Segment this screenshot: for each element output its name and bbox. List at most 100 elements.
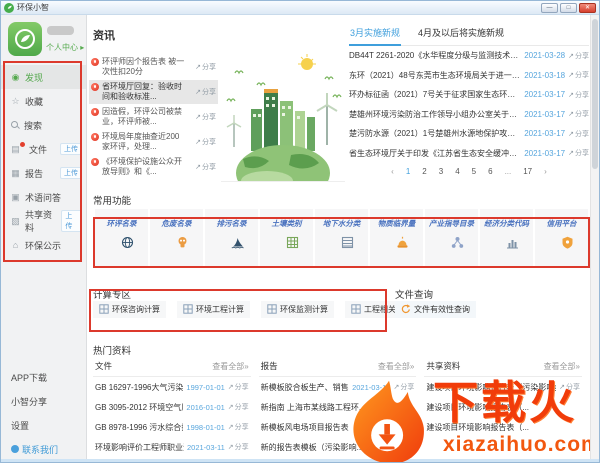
- share-link[interactable]: ↗分享: [195, 112, 216, 122]
- hot-file-row[interactable]: GB 3095-2012 环境空气质... 2016-01-01 ↗分享: [93, 397, 251, 417]
- function-tile-critical-quantity[interactable]: 物质临界量: [370, 209, 423, 267]
- share-link[interactable]: ↗分享: [228, 422, 249, 432]
- regulation-row[interactable]: 环办标征函（2021）7号关于征求国家生态环境标准《... 2021-03-17…: [349, 85, 589, 105]
- view-all-link[interactable]: 查看全部»: [378, 361, 414, 372]
- sidebar-item-favorites[interactable]: ☆ 收藏: [1, 89, 86, 113]
- hot-report-row[interactable]: 新模板风电场项目报告表（...: [259, 417, 417, 437]
- view-all-link[interactable]: 查看全部»: [212, 361, 248, 372]
- hot-file-row[interactable]: GB 8978-1996 污水综合排... 1998-01-01 ↗分享: [93, 417, 251, 437]
- sidebar-item-files[interactable]: ▤ 文件 上传: [1, 137, 86, 161]
- share-link[interactable]: ↗分享: [195, 87, 216, 97]
- function-tile-credit-platform[interactable]: 信用平台: [535, 209, 588, 267]
- sidebar-item-label: 发现: [25, 72, 44, 83]
- news-item[interactable]: 因造假，环评公司被禁业，环评师被... ↗分享: [89, 105, 218, 129]
- hot-shared-row[interactable]: 建设项目环境影响报告表（污染影响类）... ↗分享: [424, 377, 582, 397]
- share-link[interactable]: ↗分享: [195, 62, 216, 72]
- share-link[interactable]: ↗分享: [568, 109, 589, 119]
- calc-env-consult-button[interactable]: 环保咨询计算: [93, 301, 166, 318]
- close-button[interactable]: ✕: [579, 2, 596, 13]
- tab-march-rules[interactable]: 3月实施新规: [349, 23, 402, 46]
- share-icon: ↗: [195, 164, 201, 171]
- sidebar-item-env-publicity[interactable]: ⌂ 环保公示: [1, 233, 86, 257]
- share-link[interactable]: ↗分享: [195, 137, 216, 147]
- regulation-row[interactable]: 楚污防水源（2021）1号楚雄州水源地保护攻坚战专项... 2021-03-17…: [349, 124, 589, 144]
- share-app-link[interactable]: 小智分享: [11, 389, 86, 413]
- scrollbar-thumb[interactable]: [592, 19, 598, 169]
- qa-box-icon: ▣: [11, 191, 20, 202]
- view-all-link[interactable]: 查看全部»: [544, 361, 580, 372]
- function-tile-groundwater-class[interactable]: 地下水分类: [315, 209, 368, 267]
- page-number[interactable]: 2: [422, 167, 426, 176]
- sidebar-item-reports[interactable]: ▦ 报告 上传: [1, 161, 86, 185]
- function-tile-soil-category[interactable]: 土壤类别: [260, 209, 313, 267]
- hot-shared-row[interactable]: 建设项目环境影响报告表（...: [424, 417, 582, 437]
- upload-button[interactable]: 上传: [60, 167, 82, 179]
- share-link[interactable]: ↗分享: [568, 148, 589, 158]
- hot-column-header: 共享资料: [426, 361, 461, 371]
- hot-shared-row[interactable]: 建设项目环境影响报告表（...: [424, 397, 582, 417]
- hot-section-title: 热门资料: [93, 346, 132, 357]
- sidebar-item-discover[interactable]: ◉ 发现: [1, 65, 86, 89]
- tab-april-rules[interactable]: 4月及以后将实施新规: [417, 23, 505, 45]
- star-icon: ☆: [11, 95, 20, 106]
- personal-center-link[interactable]: 个人中心 ▸: [46, 42, 84, 53]
- share-link[interactable]: ↗分享: [559, 382, 580, 392]
- sidebar-item-search[interactable]: 搜索: [1, 113, 86, 137]
- avatar[interactable]: [8, 22, 42, 56]
- app-download-link[interactable]: APP下载: [11, 365, 86, 389]
- file-validity-query-button[interactable]: 文件有效性查询: [395, 301, 476, 318]
- hot-report-row[interactable]: 新的报告表模板（污染影响...: [259, 437, 417, 457]
- regulation-row[interactable]: 东环（2021）48号东莞市生态环境局关于进一步细化工... 2021-03-1…: [349, 66, 589, 86]
- page-number[interactable]: 17: [523, 167, 532, 176]
- page-number[interactable]: 6: [488, 167, 492, 176]
- function-tile-hazwaste-list[interactable]: 危废名录: [150, 209, 203, 267]
- page-number[interactable]: 1: [406, 167, 410, 176]
- hot-file-row[interactable]: GB 3838-2002 地表水环境... 2002-06-01 ↗分享: [93, 457, 251, 462]
- contact-us-link[interactable]: 联系我们: [11, 437, 86, 461]
- settings-link[interactable]: 设置: [11, 413, 86, 437]
- share-icon: ↗: [195, 89, 201, 96]
- upload-button[interactable]: 上传: [61, 210, 82, 232]
- news-item[interactable]: 环境局年度抽查近200家环评，处理... ↗分享: [89, 130, 218, 154]
- share-link[interactable]: ↗分享: [568, 70, 589, 80]
- page-number[interactable]: 4: [455, 167, 459, 176]
- maximize-button[interactable]: □: [560, 2, 577, 13]
- page-number[interactable]: 5: [472, 167, 476, 176]
- upload-button[interactable]: 上传: [60, 143, 82, 155]
- regulation-row[interactable]: 楚雄州环境污染防治工作领导小组办公室关于印发生态... 2021-03-17 ↗…: [349, 105, 589, 125]
- function-tile-industry-catalog[interactable]: 产业指导目录: [425, 209, 478, 267]
- hot-report-row[interactable]: 新模板胶合板生产、销售项... 2021-03-12 ↗分享: [259, 377, 417, 397]
- share-link[interactable]: ↗分享: [568, 51, 589, 61]
- function-tile-pollution-list[interactable]: 排污名录: [205, 209, 258, 267]
- page-prev[interactable]: ‹: [391, 167, 394, 176]
- share-link[interactable]: ↗分享: [568, 90, 589, 100]
- functions-section-title: 常用功能: [93, 196, 132, 207]
- fin-icon: [231, 236, 244, 254]
- sidebar-item-label: 共享资料: [25, 210, 53, 233]
- share-link[interactable]: ↗分享: [568, 129, 589, 139]
- share-link[interactable]: ↗分享: [195, 162, 216, 172]
- page-next[interactable]: ›: [544, 167, 547, 176]
- minimize-button[interactable]: —: [541, 2, 558, 13]
- function-tile-eia-list[interactable]: 环评名录: [95, 209, 148, 267]
- hot-report-row[interactable]: 突发环境事件典型案例选编...: [259, 457, 417, 462]
- share-link[interactable]: ↗分享: [228, 442, 249, 452]
- sidebar-item-shared-materials[interactable]: ▧ 共享资料 上传: [1, 209, 86, 233]
- calc-env-monitoring-button[interactable]: 环保监测计算: [261, 301, 334, 318]
- news-item[interactable]: 《环境保护设施公众开放导则》和《... ↗分享: [89, 155, 218, 179]
- share-link[interactable]: ↗分享: [393, 382, 414, 392]
- regulation-row[interactable]: DB44T 2261-2020《水华程度分级与监测技术规程》 2021-03-2…: [349, 46, 589, 66]
- hot-file-row[interactable]: GB 16297-1996大气污染物... 1997-01-01 ↗分享: [93, 377, 251, 397]
- regulation-row[interactable]: 省生态环境厅关于印发《江苏省生态安全缓冲区建设管... 2021-03-17 ↗…: [349, 144, 589, 164]
- hot-report-row[interactable]: 新指南 上海市某线路工程环...: [259, 397, 417, 417]
- hot-file-row[interactable]: 环境影响评价工程师职业资... 2021-03-11 ↗分享: [93, 437, 251, 457]
- news-item-selected[interactable]: 省环境厅回复：验收时间和验收标准... ↗分享: [89, 80, 218, 104]
- page-number[interactable]: 3: [439, 167, 443, 176]
- sidebar-item-terminology-qa[interactable]: ▣ 术语问答: [1, 185, 86, 209]
- share-link[interactable]: ↗分享: [228, 382, 249, 392]
- news-item[interactable]: 环评师因个报告表 被一次性扣20分 ↗分享: [89, 55, 218, 79]
- scrollbar[interactable]: [590, 15, 599, 462]
- function-tile-economic-codes[interactable]: 经济分类代码: [480, 209, 533, 267]
- calc-env-engineering-button[interactable]: 环境工程计算: [177, 301, 250, 318]
- share-link[interactable]: ↗分享: [228, 402, 249, 412]
